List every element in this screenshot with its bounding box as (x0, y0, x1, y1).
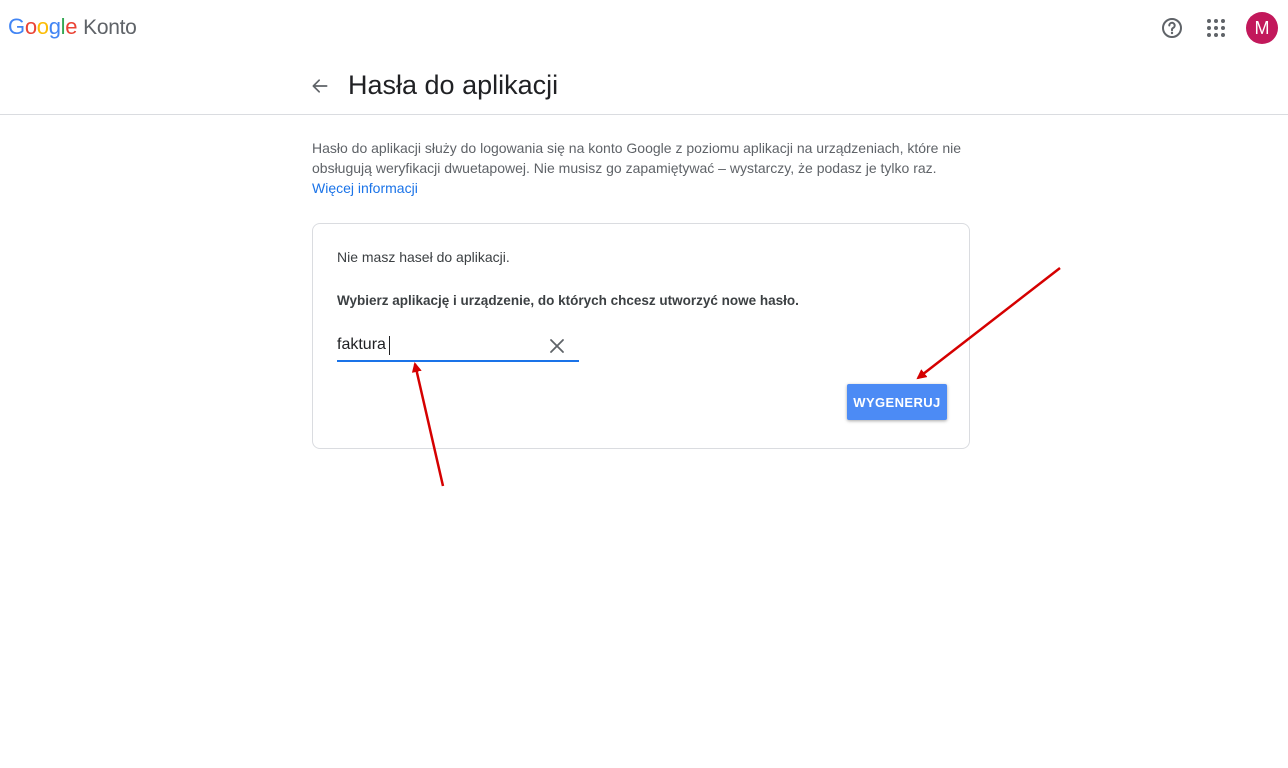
logo-letter: G (8, 14, 25, 39)
google-wordmark: Google (8, 14, 77, 40)
instruction-text: Wybierz aplikację i urządzenie, do który… (337, 293, 799, 308)
logo-letter: e (65, 14, 78, 39)
avatar[interactable]: M (1246, 12, 1278, 44)
back-arrow-icon[interactable] (306, 72, 334, 100)
apps-grid-icon[interactable] (1198, 10, 1234, 46)
logo-letter: o (36, 14, 49, 39)
app-password-card: Nie masz haseł do aplikacji. Wybierz apl… (312, 223, 970, 449)
app-name-field (337, 332, 579, 362)
top-bar: Google Konto M (0, 0, 1288, 56)
close-icon[interactable] (545, 334, 569, 358)
app-name-input[interactable] (337, 332, 537, 358)
no-passwords-text: Nie masz haseł do aplikacji. (337, 249, 510, 265)
google-account-logo[interactable]: Google Konto (8, 14, 137, 40)
description-body: Hasło do aplikacji służy do logowania si… (312, 140, 962, 176)
page-header: Hasła do aplikacji (0, 56, 1288, 115)
logo-letter: o (24, 14, 37, 39)
help-icon[interactable] (1154, 10, 1190, 46)
logo-letter: g (48, 14, 61, 39)
generate-button[interactable]: WYGENERUJ (847, 384, 947, 420)
page-title: Hasła do aplikacji (348, 70, 559, 100)
learn-more-link[interactable]: Więcej informacji (312, 180, 418, 196)
description-text: Hasło do aplikacji służy do logowania si… (312, 138, 972, 198)
text-cursor (389, 336, 390, 355)
product-name: Konto (83, 16, 137, 39)
top-icons: M (1146, 10, 1278, 46)
